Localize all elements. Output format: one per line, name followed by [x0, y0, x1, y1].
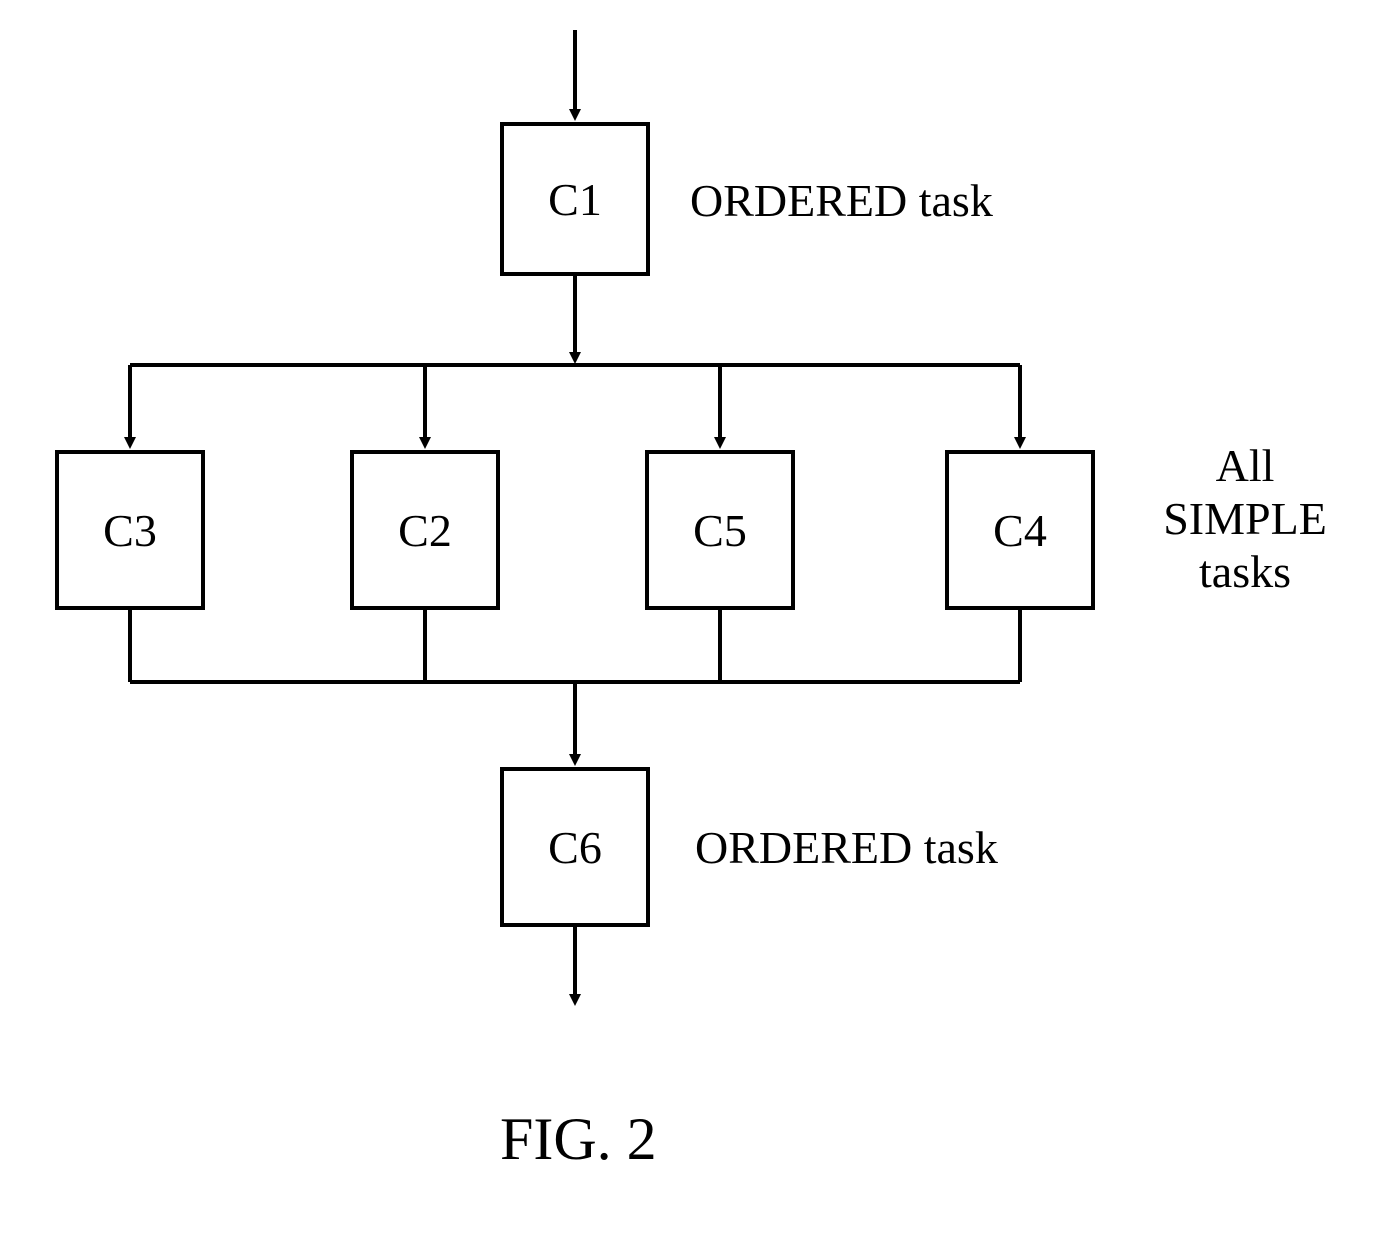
node-c6-label: C6 [548, 821, 602, 874]
flow-lines [0, 0, 1374, 1236]
node-c4: C4 [945, 450, 1095, 610]
label-simple: All SIMPLE tasks [1145, 440, 1345, 599]
node-c2-label: C2 [398, 504, 452, 557]
label-simple-line2: SIMPLE [1145, 493, 1345, 546]
label-simple-line1: All [1145, 440, 1345, 493]
label-ordered-top: ORDERED task [690, 175, 993, 228]
label-simple-line3: tasks [1145, 546, 1345, 599]
figure-2-diagram: C1 ORDERED task C3 C2 C5 C4 All SIMPLE t… [0, 0, 1374, 1236]
node-c2: C2 [350, 450, 500, 610]
figure-caption: FIG. 2 [500, 1105, 657, 1174]
node-c4-label: C4 [993, 504, 1047, 557]
node-c1: C1 [500, 122, 650, 276]
node-c5: C5 [645, 450, 795, 610]
node-c3-label: C3 [103, 504, 157, 557]
node-c6: C6 [500, 767, 650, 927]
node-c5-label: C5 [693, 504, 747, 557]
node-c1-label: C1 [548, 173, 602, 226]
node-c3: C3 [55, 450, 205, 610]
label-ordered-bottom: ORDERED task [695, 822, 998, 875]
